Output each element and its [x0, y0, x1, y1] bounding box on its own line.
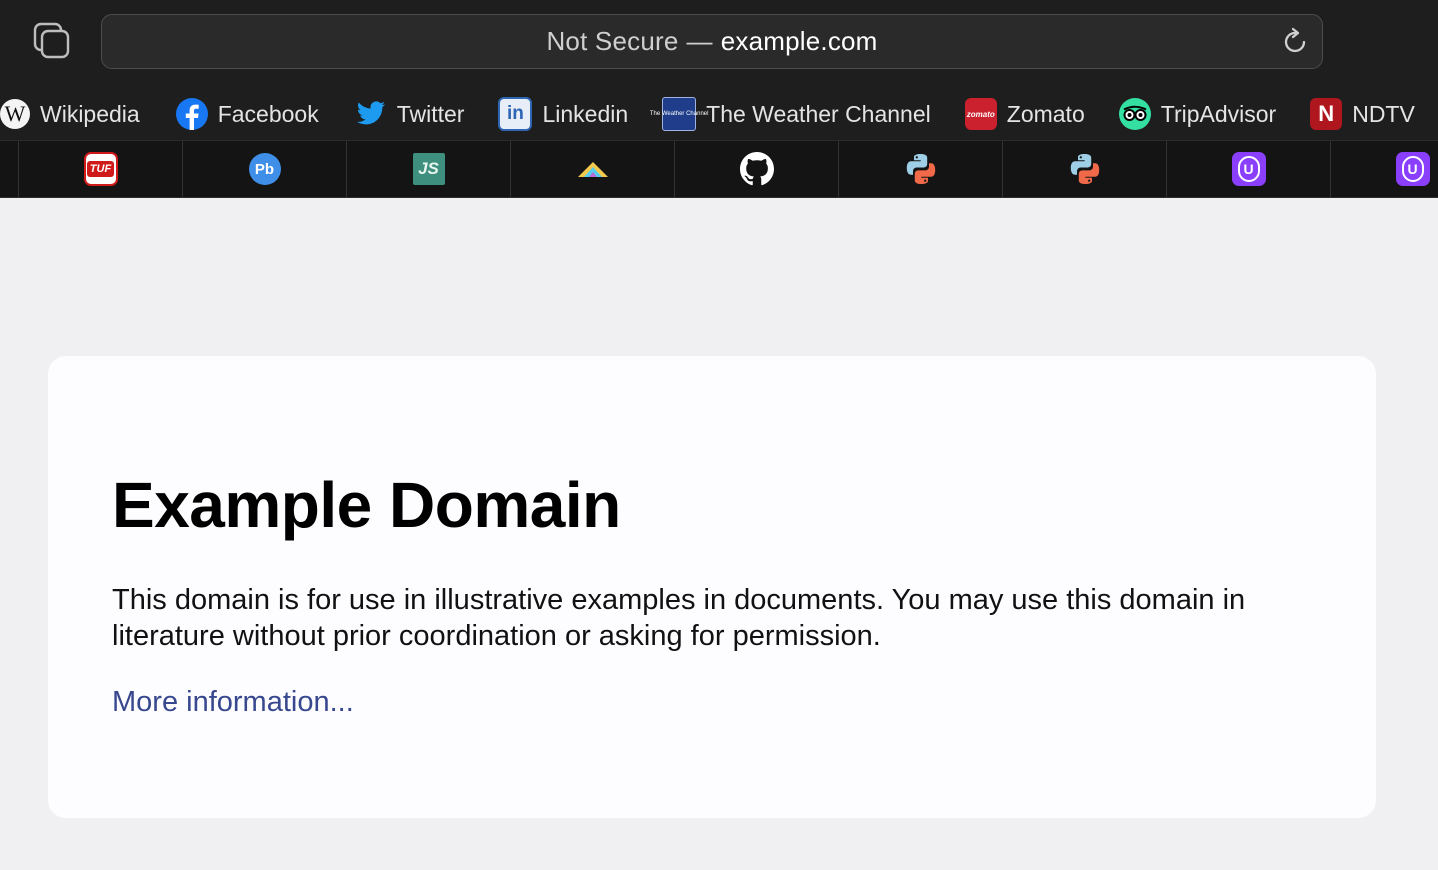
github-icon [739, 152, 774, 186]
facebook-icon [175, 98, 208, 130]
tab-9[interactable]: U [1330, 141, 1438, 197]
favorite-label: Wikipedia [40, 100, 140, 127]
tab-5[interactable] [674, 141, 838, 197]
tab-strip: TUF Pb JS U U [0, 140, 1438, 198]
favorite-label: TripAdvisor [1160, 100, 1277, 127]
u-shield-icon: U [1395, 152, 1430, 186]
tab-1[interactable]: TUF [18, 141, 182, 197]
linkedin-icon: in [498, 97, 533, 131]
favorite-label: NDTV [1352, 100, 1415, 127]
python-icon [904, 152, 938, 186]
tab-overview-icon [33, 22, 70, 59]
content-card: Example Domain This domain is for use in… [48, 356, 1376, 818]
ndtv-icon: N [1310, 98, 1343, 130]
zomato-icon: zomato [964, 98, 997, 130]
jf-icon: JS [412, 153, 445, 185]
tab-8[interactable]: U [1166, 141, 1330, 197]
weather-channel-icon: The Weather Channel [650, 97, 708, 131]
favorite-weather-channel[interactable]: The Weather Channel The Weather Channel [650, 88, 931, 140]
wikipedia-icon: W [0, 99, 30, 129]
favorite-label: The Weather Channel [706, 100, 931, 127]
tab-3[interactable]: JS [346, 141, 510, 197]
favorite-label: Zomato [1006, 100, 1085, 127]
pb-icon: Pb [248, 153, 281, 185]
tab-6[interactable] [838, 141, 1002, 197]
favorite-tripadvisor[interactable]: TripAdvisor [1118, 88, 1277, 140]
tab-overview-button[interactable] [30, 20, 74, 64]
address-bar[interactable]: Not Secure — example.com [101, 14, 1323, 69]
reload-button[interactable] [1280, 27, 1310, 57]
address-host: example.com [720, 26, 878, 56]
address-separator: — [686, 26, 713, 56]
favorite-twitter[interactable]: Twitter [355, 88, 465, 140]
page-description: This domain is for use in illustrative e… [112, 584, 1246, 652]
favorite-ndtv[interactable]: N NDTV [1310, 88, 1415, 140]
tab-7[interactable] [1002, 141, 1166, 197]
tab-2[interactable]: Pb [182, 141, 346, 197]
tab-4[interactable] [510, 141, 674, 197]
twitter-icon [355, 98, 387, 130]
favorite-label: Facebook [217, 100, 319, 127]
favorite-label: Linkedin [542, 100, 629, 127]
page-title: Example Domain [112, 469, 621, 541]
security-label: Not Secure [546, 26, 679, 56]
favorites-bar: W Wikipedia Facebook Twitter in Linkedin… [0, 88, 1438, 140]
favorite-zomato[interactable]: zomato Zomato [964, 88, 1085, 140]
u-shield-icon: U [1231, 152, 1266, 186]
more-information-link[interactable]: More information... [112, 686, 354, 719]
mountain-icon [576, 152, 610, 186]
python-icon [1068, 152, 1102, 186]
favorite-linkedin[interactable]: in Linkedin [498, 88, 628, 140]
browser-toolbar: Not Secure — example.com [0, 0, 1438, 88]
tripadvisor-icon [1118, 98, 1151, 130]
reload-icon [1284, 27, 1306, 53]
favorite-facebook[interactable]: Facebook [175, 88, 319, 140]
favorite-label: Twitter [396, 100, 465, 127]
favorite-wikipedia[interactable]: W Wikipedia [0, 88, 140, 140]
tuf-icon: TUF [83, 152, 118, 186]
